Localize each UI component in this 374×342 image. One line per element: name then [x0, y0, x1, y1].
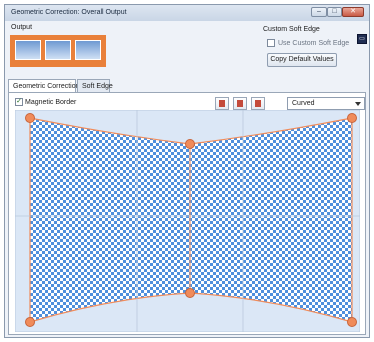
maximize-button[interactable]: □ — [327, 7, 342, 17]
warp-grid-svg[interactable] — [14, 109, 361, 333]
custom-soft-edge-heading: Custom Soft Edge — [263, 26, 320, 33]
control-point[interactable] — [347, 113, 357, 123]
copy-default-values-button[interactable]: Copy Default Values — [267, 53, 337, 67]
align-top-right-icon[interactable] — [233, 97, 247, 110]
output-layout-preview[interactable] — [10, 35, 106, 67]
close-button[interactable]: ✕ — [342, 7, 364, 17]
chevron-down-icon — [355, 102, 361, 106]
curve-mode-select[interactable]: Curved — [287, 97, 365, 110]
minimize-button[interactable]: – — [311, 7, 327, 17]
output-segment-3[interactable] — [75, 40, 101, 60]
use-custom-soft-edge-checkbox[interactable] — [267, 39, 275, 47]
align-left-icon[interactable] — [251, 97, 265, 110]
output-segment-1[interactable] — [15, 40, 41, 60]
output-segment-2[interactable] — [45, 40, 71, 60]
tab-soft-edge[interactable]: Soft Edge — [77, 79, 113, 93]
control-point[interactable] — [25, 317, 35, 327]
curve-mode-value: Curved — [292, 100, 315, 107]
output-label: Output — [11, 24, 33, 31]
monitor-icon[interactable]: ▭ — [357, 34, 367, 44]
magnetic-border-label: Magnetic Border — [25, 99, 77, 106]
control-point[interactable] — [185, 139, 195, 149]
window-title: Geometric Correction: Overall Output — [11, 9, 127, 16]
warp-canvas[interactable] — [14, 109, 364, 335]
magnetic-border-checkbox[interactable]: ✓ — [15, 98, 23, 106]
control-point[interactable] — [185, 288, 195, 298]
use-custom-soft-edge-label: Use Custom Soft Edge — [278, 40, 350, 47]
title-bar: Geometric Correction: Overall Output – □… — [5, 5, 369, 21]
control-point[interactable] — [347, 317, 357, 327]
align-top-left-icon[interactable] — [215, 97, 229, 110]
control-point[interactable] — [25, 113, 35, 123]
